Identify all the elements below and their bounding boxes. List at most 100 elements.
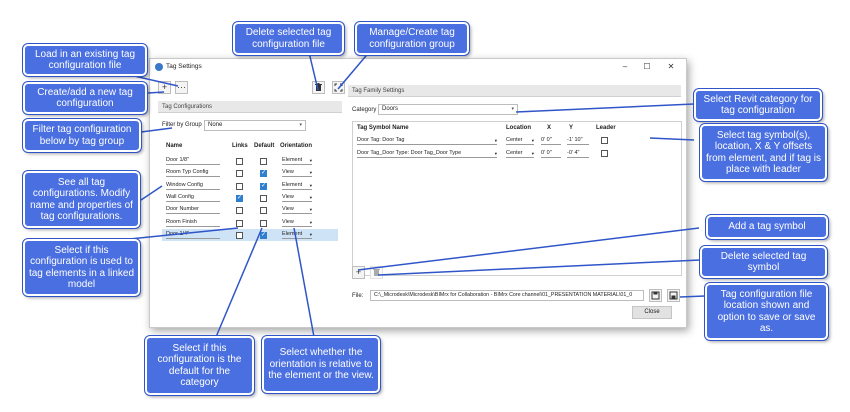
config-row[interactable]: Door 1/4" Element ▾ <box>162 228 338 241</box>
callout-add-symbol: Add a tag symbol <box>705 214 829 240</box>
filter-group-select[interactable]: None ▾ <box>204 120 306 131</box>
callout-create: Create/add a new tag configuration <box>22 81 148 115</box>
leader-checkbox[interactable] <box>601 137 608 144</box>
close-window-button[interactable]: ✕ <box>664 62 678 72</box>
manage-group-button[interactable] <box>332 81 345 94</box>
orientation-select[interactable]: Element ▾ <box>282 181 312 190</box>
x-offset-field[interactable]: 0' 0" <box>541 136 561 145</box>
config-row[interactable]: Room Typ Config View ▾ <box>162 167 338 179</box>
orientation-select[interactable]: View ▾ <box>282 168 312 178</box>
chevron-down-icon: ▾ <box>531 138 534 143</box>
col-orientation: Orientation <box>280 143 313 149</box>
load-config-button[interactable]: ··· <box>175 81 188 94</box>
callout-delete-symbol: Delete selected tag symbol <box>699 245 828 279</box>
default-checkbox[interactable] <box>260 231 267 239</box>
config-name-field[interactable]: Door Number <box>166 205 220 215</box>
tag-configurations-header: Tag Configurations <box>158 101 342 113</box>
orientation-value: View <box>282 206 294 213</box>
chevron-down-icon: ▾ <box>494 150 497 156</box>
default-checkbox[interactable] <box>260 194 267 202</box>
config-name-field[interactable]: Door 1/4" <box>166 230 220 239</box>
location-value: Center <box>506 137 523 143</box>
y-offset-field[interactable]: -1' 10" <box>567 136 589 145</box>
callout-filter: Filter tag configuration below by tag gr… <box>22 118 142 153</box>
minimize-button[interactable]: – <box>618 62 632 72</box>
tag-settings-window: Tag Settings – ☐ ✕ + ··· Tag Configurati… <box>149 58 687 328</box>
chevron-down-icon: ▾ <box>494 138 497 143</box>
x-offset-field[interactable]: 0' 0" <box>541 149 561 158</box>
filter-value: None <box>208 122 223 128</box>
orientation-select[interactable]: Element ▾ <box>282 156 312 165</box>
orientation-value: View <box>282 193 294 200</box>
config-row[interactable]: Door Number View ▾ <box>162 204 338 216</box>
callout-manage-group: Manage/Create tag configuration group <box>354 21 470 56</box>
maximize-button[interactable]: ☐ <box>640 62 654 72</box>
filter-label: Filter by Group <box>162 122 202 128</box>
save-as-icon <box>669 291 678 300</box>
add-config-button[interactable]: + <box>158 81 171 94</box>
config-row[interactable]: Wall Config View ▾ <box>162 192 338 204</box>
links-checkbox[interactable] <box>236 231 243 239</box>
links-checkbox[interactable] <box>236 207 243 215</box>
symbol-value: Door Tag_Door Type: Door Tag_Door Type <box>357 149 462 156</box>
orientation-select[interactable]: View ▾ <box>282 193 312 202</box>
orientation-select[interactable]: View ▾ <box>282 205 312 215</box>
symbol-row[interactable]: Door Tag_Door Type: Door Tag_Door Type ▾ C… <box>355 148 675 160</box>
symbol-select[interactable]: Door Tag: Door Tag ▾ <box>357 136 497 145</box>
close-button[interactable]: Close <box>632 306 672 319</box>
orientation-select[interactable]: Element ▾ <box>282 230 312 239</box>
orientation-select[interactable]: View ▾ <box>282 218 312 227</box>
links-checkbox[interactable] <box>236 158 243 165</box>
callout-file-location: Tag configuration file location shown an… <box>704 282 829 341</box>
default-checkbox[interactable] <box>260 182 267 190</box>
default-checkbox[interactable] <box>260 219 267 227</box>
trash-icon <box>315 83 322 91</box>
location-select[interactable]: Center ▾ <box>506 136 534 145</box>
delete-symbol-button[interactable] <box>370 266 383 279</box>
symbol-row[interactable]: Door Tag: Door Tag ▾ Center ▾ 0' 0" -1' 10" <box>355 135 675 147</box>
orientation-value: View <box>282 169 294 176</box>
delete-config-button[interactable] <box>312 81 325 94</box>
config-row[interactable]: Window Config Element ▾ <box>162 180 338 192</box>
links-checkbox[interactable] <box>236 219 243 227</box>
config-row[interactable]: Door 1/8" Element ▾ <box>162 155 338 167</box>
symbol-value: Door Tag: Door Tag <box>357 137 405 143</box>
default-checkbox[interactable] <box>260 158 267 165</box>
chevron-down-icon: ▾ <box>299 122 302 128</box>
category-label: Category <box>352 107 377 113</box>
config-name-field[interactable]: Room Typ Config <box>166 168 220 178</box>
config-name-field[interactable]: Window Config <box>166 181 220 190</box>
col-name: Name <box>166 143 183 149</box>
default-checkbox[interactable] <box>260 169 267 178</box>
config-row[interactable]: Room Finish View ▾ <box>162 217 338 229</box>
save-icon <box>651 291 660 300</box>
config-name-field[interactable]: Door 1/8" <box>166 156 220 165</box>
category-select[interactable]: Doors ▾ <box>378 104 518 115</box>
callout-see-all: See all tag configurations. Modify name … <box>22 170 141 229</box>
save-as-button[interactable] <box>667 289 680 302</box>
save-button[interactable] <box>649 289 662 302</box>
app-icon <box>155 63 163 71</box>
chevron-down-icon: ▾ <box>309 231 312 237</box>
default-checkbox[interactable] <box>260 207 267 215</box>
col-x: X <box>547 125 552 131</box>
orientation-value: View <box>282 218 294 225</box>
chevron-down-icon: ▾ <box>309 170 312 176</box>
chevron-down-icon: ▾ <box>309 207 312 213</box>
config-name-field[interactable]: Wall Config <box>166 193 220 202</box>
col-location: Location <box>506 125 531 131</box>
symbol-select[interactable]: Door Tag_Door Type: Door Tag_Door Type ▾ <box>357 149 497 158</box>
chevron-down-icon: ▾ <box>531 150 534 156</box>
links-checkbox[interactable] <box>236 194 243 202</box>
callout-load: Load in an existing tag configuration fi… <box>22 43 148 77</box>
add-symbol-button[interactable]: + <box>352 266 365 279</box>
y-offset-field[interactable]: -0' 4" <box>567 149 589 158</box>
location-select[interactable]: Center ▾ <box>506 149 534 158</box>
col-leader: Leader <box>596 125 616 131</box>
links-checkbox[interactable] <box>236 182 243 190</box>
links-checkbox[interactable] <box>236 170 243 178</box>
chevron-down-icon: ▾ <box>309 219 312 225</box>
col-tag-symbol-name: Tag Symbol Name <box>357 125 409 131</box>
leader-checkbox[interactable] <box>601 149 608 157</box>
config-name-field[interactable]: Room Finish <box>166 218 220 227</box>
